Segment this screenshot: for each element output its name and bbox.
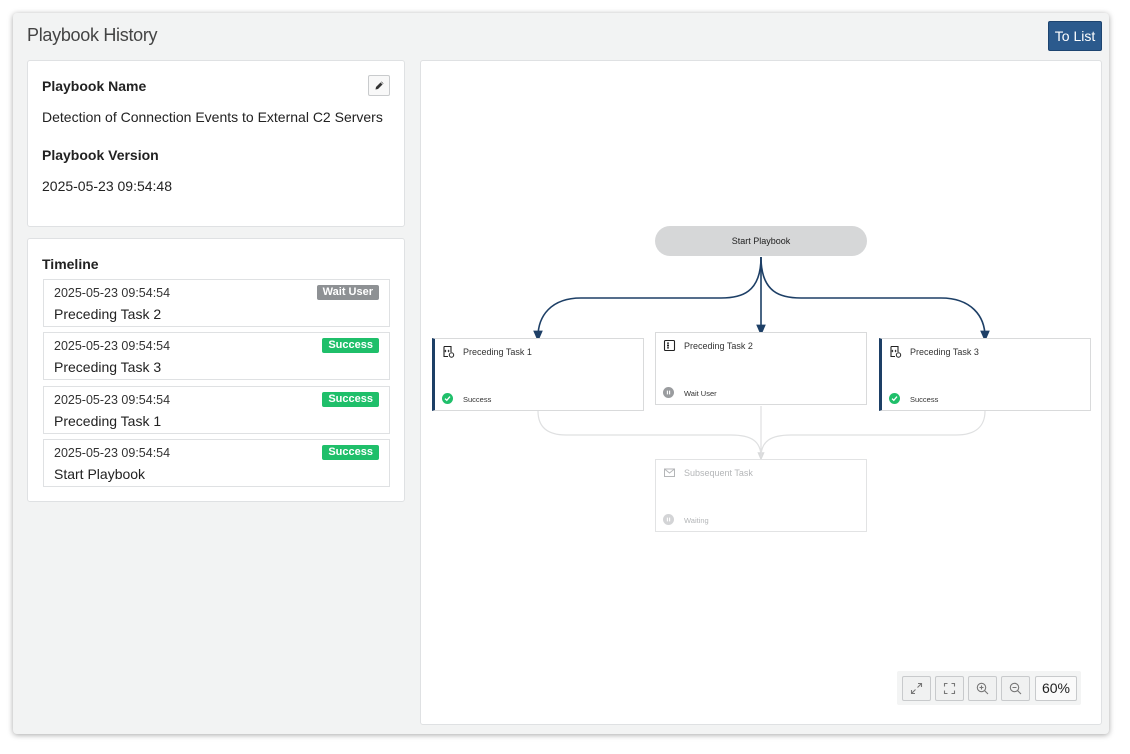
task-name: Preceding Task 2 <box>684 341 753 351</box>
expand-icon <box>910 682 923 695</box>
task-name: Preceding Task 1 <box>463 347 532 357</box>
edge-task3-subsequent <box>760 410 986 458</box>
playbook-version-value: 2025-05-23 09:54:48 <box>42 178 172 194</box>
timeline-item[interactable]: 2025-05-23 09:54:54 Preceding Task 3 Suc… <box>43 332 390 380</box>
zoom-in-button[interactable] <box>968 676 997 701</box>
form-icon <box>663 339 676 352</box>
zoom-controls: 60% <box>897 671 1081 705</box>
start-playbook-node[interactable]: Start Playbook <box>655 226 867 256</box>
timeline-item-name: Preceding Task 1 <box>54 413 162 429</box>
task-status: Waiting <box>684 516 709 525</box>
timeline-item-time: 2025-05-23 09:54:54 <box>54 393 171 407</box>
expand-button[interactable] <box>902 676 931 701</box>
timeline-item-time: 2025-05-23 09:54:54 <box>54 446 171 460</box>
task-node[interactable]: Preceding Task 3 Success <box>879 338 1091 411</box>
page-title: Playbook History <box>27 25 158 45</box>
playbook-name-value: Detection of Connection Events to Extern… <box>42 109 383 125</box>
status-badge: Success <box>322 392 379 407</box>
script-icon <box>443 345 455 358</box>
timeline-item-name: Start Playbook <box>54 466 146 482</box>
zoom-level: 60% <box>1035 676 1077 701</box>
mail-icon <box>664 468 675 477</box>
zoom-out-icon <box>1009 682 1022 695</box>
zoom-out-button[interactable] <box>1001 676 1030 701</box>
playbook-history-window: Playbook History To List Playbook Name D… <box>13 13 1109 734</box>
playbook-flow-canvas[interactable]: Start Playbook Preceding Task 1 Success … <box>420 60 1102 725</box>
timeline-item[interactable]: 2025-05-23 09:54:54 Preceding Task 2 Wai… <box>43 279 390 327</box>
fullscreen-icon <box>943 682 956 695</box>
timeline-item[interactable]: 2025-05-23 09:54:54 Start Playbook Succe… <box>43 439 390 487</box>
task-status: Success <box>910 395 939 404</box>
playbook-info-card: Playbook Name Detection of Connection Ev… <box>27 60 405 227</box>
status-badge: Wait User <box>316 285 379 300</box>
timeline-title: Timeline <box>42 256 99 272</box>
to-list-button[interactable]: To List <box>1048 21 1102 51</box>
status-badge: Success <box>322 445 379 460</box>
zoom-in-icon <box>976 682 989 695</box>
task-name: Preceding Task 3 <box>910 347 979 357</box>
timeline-item[interactable]: 2025-05-23 09:54:54 Preceding Task 1 Suc… <box>43 386 390 434</box>
check-circle-icon <box>889 393 900 404</box>
playbook-version-label: Playbook Version <box>42 147 159 163</box>
timeline-item-name: Preceding Task 3 <box>54 359 162 375</box>
script-icon <box>890 345 902 358</box>
task-node[interactable]: Preceding Task 2 Wait User <box>655 332 867 405</box>
fullscreen-button[interactable] <box>935 676 964 701</box>
pencil-icon <box>375 81 383 90</box>
edge-start-task1 <box>533 256 762 342</box>
status-badge: Success <box>322 338 379 353</box>
playbook-name-label: Playbook Name <box>42 78 147 94</box>
pause-circle-icon <box>663 514 674 525</box>
edge-task1-subsequent <box>537 410 762 458</box>
task-node[interactable]: Preceding Task 1 Success <box>432 338 644 411</box>
edit-button[interactable] <box>368 75 390 96</box>
check-circle-icon <box>442 393 453 404</box>
timeline-item-name: Preceding Task 2 <box>54 306 162 322</box>
task-name: Subsequent Task <box>684 468 753 478</box>
edge-start-task3 <box>760 256 990 342</box>
timeline-item-time: 2025-05-23 09:54:54 <box>54 339 171 353</box>
task-status: Wait User <box>684 389 717 398</box>
task-status: Success <box>463 395 492 404</box>
timeline-card: Timeline 2025-05-23 09:54:54 Preceding T… <box>27 238 405 502</box>
pause-circle-icon <box>663 387 674 398</box>
task-node[interactable]: Subsequent Task Waiting <box>655 459 867 532</box>
timeline-item-time: 2025-05-23 09:54:54 <box>54 286 171 300</box>
